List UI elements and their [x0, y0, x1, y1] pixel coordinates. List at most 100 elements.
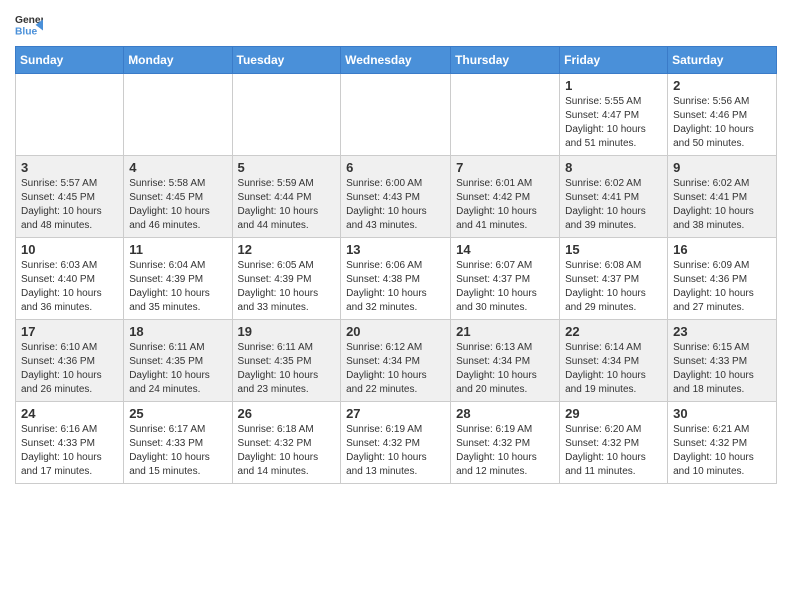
- day-info: Sunrise: 6:02 AM Sunset: 4:41 PM Dayligh…: [565, 177, 662, 233]
- logo-icon: General Blue: [15, 10, 43, 38]
- calendar-cell: 7 Sunrise: 6:01 AM Sunset: 4:42 PM Daylig…: [451, 156, 560, 238]
- calendar-table: SundayMondayTuesdayWednesdayThursdayFrid…: [15, 46, 777, 484]
- day-number: 30: [673, 406, 771, 421]
- day-number: 28: [456, 406, 554, 421]
- day-number: 1: [565, 78, 662, 93]
- day-number: 25: [129, 406, 226, 421]
- calendar-cell: 4Sunrise: 5:58 AM Sunset: 4:45 PM Daylig…: [124, 156, 232, 238]
- calendar-header-row: SundayMondayTuesdayWednesdayThursdayFrid…: [16, 47, 777, 74]
- day-number: 7: [456, 160, 554, 175]
- calendar-cell: 10Sunrise: 6:03 AM Sunset: 4:40 PM Dayli…: [16, 238, 124, 320]
- day-number: 14: [456, 242, 554, 257]
- calendar-cell: 15Sunrise: 6:08 AM Sunset: 4:37 PM Dayli…: [560, 238, 668, 320]
- calendar-cell: 2Sunrise: 5:56 AM Sunset: 4:46 PM Daylig…: [668, 74, 777, 156]
- day-number: 3: [21, 160, 118, 175]
- day-number: 13: [346, 242, 445, 257]
- calendar-cell: 18Sunrise: 6:11 AM Sunset: 4:35 PM Dayli…: [124, 320, 232, 402]
- day-info: Sunrise: 6:07 AM Sunset: 4:37 PM Dayligh…: [456, 259, 554, 315]
- calendar-cell: 26 Sunrise: 6:18 AM Sunset: 4:32 PM Dayli…: [232, 402, 341, 484]
- weekday-header: Saturday: [668, 47, 777, 74]
- logo: General Blue: [15, 10, 43, 38]
- calendar-cell: 22 Sunrise: 6:14 AM Sunset: 4:34 PM Dayli…: [560, 320, 668, 402]
- calendar-cell: 17 Sunrise: 6:10 AM Sunset: 4:36 PM Dayli…: [16, 320, 124, 402]
- calendar-cell: 8Sunrise: 6:02 AM Sunset: 4:41 PM Daylig…: [560, 156, 668, 238]
- day-info: Sunrise: 6:14 AM Sunset: 4:34 PM Dayligh…: [565, 341, 662, 397]
- day-number: 9: [673, 160, 771, 175]
- day-info: Sunrise: 5:58 AM Sunset: 4:45 PM Dayligh…: [129, 177, 226, 233]
- day-info: Sunrise: 6:10 AM Sunset: 4:36 PM Dayligh…: [21, 341, 118, 397]
- calendar-cell: [341, 74, 451, 156]
- calendar-cell: 12Sunrise: 6:05 AM Sunset: 4:39 PM Dayli…: [232, 238, 341, 320]
- day-number: 19: [238, 324, 336, 339]
- day-info: Sunrise: 5:59 AM Sunset: 4:44 PM Dayligh…: [238, 177, 336, 233]
- day-info: Sunrise: 6:18 AM Sunset: 4:32 PM Dayligh…: [238, 423, 336, 479]
- day-info: Sunrise: 6:12 AM Sunset: 4:34 PM Dayligh…: [346, 341, 445, 397]
- calendar-cell: 24 Sunrise: 6:16 AM Sunset: 4:33 PM Dayli…: [16, 402, 124, 484]
- calendar-cell: 14 Sunrise: 6:07 AM Sunset: 4:37 PM Dayli…: [451, 238, 560, 320]
- calendar-cell: 27 Sunrise: 6:19 AM Sunset: 4:32 PM Dayli…: [341, 402, 451, 484]
- calendar-week-row: 10Sunrise: 6:03 AM Sunset: 4:40 PM Dayli…: [16, 238, 777, 320]
- day-info: Sunrise: 6:03 AM Sunset: 4:40 PM Dayligh…: [21, 259, 118, 315]
- calendar-cell: 28 Sunrise: 6:19 AM Sunset: 4:32 PM Dayli…: [451, 402, 560, 484]
- calendar-cell: 30 Sunrise: 6:21 AM Sunset: 4:32 PM Dayli…: [668, 402, 777, 484]
- day-info: Sunrise: 6:00 AM Sunset: 4:43 PM Dayligh…: [346, 177, 445, 233]
- day-number: 26: [238, 406, 336, 421]
- weekday-header: Friday: [560, 47, 668, 74]
- day-info: Sunrise: 6:05 AM Sunset: 4:39 PM Dayligh…: [238, 259, 336, 315]
- calendar-cell: [124, 74, 232, 156]
- day-info: Sunrise: 6:17 AM Sunset: 4:33 PM Dayligh…: [129, 423, 226, 479]
- weekday-header: Monday: [124, 47, 232, 74]
- day-info: Sunrise: 6:15 AM Sunset: 4:33 PM Dayligh…: [673, 341, 771, 397]
- calendar-cell: 25 Sunrise: 6:17 AM Sunset: 4:33 PM Dayli…: [124, 402, 232, 484]
- calendar-cell: 5 Sunrise: 5:59 AM Sunset: 4:44 PM Daylig…: [232, 156, 341, 238]
- day-number: 27: [346, 406, 445, 421]
- calendar-cell: 29 Sunrise: 6:20 AM Sunset: 4:32 PM Dayli…: [560, 402, 668, 484]
- calendar-cell: 9Sunrise: 6:02 AM Sunset: 4:41 PM Daylig…: [668, 156, 777, 238]
- day-number: 24: [21, 406, 118, 421]
- weekday-header: Wednesday: [341, 47, 451, 74]
- calendar-cell: [232, 74, 341, 156]
- day-info: Sunrise: 6:13 AM Sunset: 4:34 PM Dayligh…: [456, 341, 554, 397]
- calendar-week-row: 17 Sunrise: 6:10 AM Sunset: 4:36 PM Dayli…: [16, 320, 777, 402]
- day-number: 22: [565, 324, 662, 339]
- day-info: Sunrise: 6:11 AM Sunset: 4:35 PM Dayligh…: [129, 341, 226, 397]
- calendar-week-row: 1 Sunrise: 5:55 AM Sunset: 4:47 PM Daylig…: [16, 74, 777, 156]
- calendar-week-row: 24 Sunrise: 6:16 AM Sunset: 4:33 PM Dayli…: [16, 402, 777, 484]
- day-number: 23: [673, 324, 771, 339]
- day-number: 21: [456, 324, 554, 339]
- day-info: Sunrise: 6:16 AM Sunset: 4:33 PM Dayligh…: [21, 423, 118, 479]
- day-info: Sunrise: 6:09 AM Sunset: 4:36 PM Dayligh…: [673, 259, 771, 315]
- day-info: Sunrise: 6:19 AM Sunset: 4:32 PM Dayligh…: [456, 423, 554, 479]
- calendar-cell: 16 Sunrise: 6:09 AM Sunset: 4:36 PM Dayli…: [668, 238, 777, 320]
- day-info: Sunrise: 6:19 AM Sunset: 4:32 PM Dayligh…: [346, 423, 445, 479]
- day-number: 29: [565, 406, 662, 421]
- day-info: Sunrise: 6:20 AM Sunset: 4:32 PM Dayligh…: [565, 423, 662, 479]
- calendar-cell: 6 Sunrise: 6:00 AM Sunset: 4:43 PM Daylig…: [341, 156, 451, 238]
- page-header: General Blue: [15, 10, 777, 38]
- day-number: 5: [238, 160, 336, 175]
- calendar-cell: 19Sunrise: 6:11 AM Sunset: 4:35 PM Dayli…: [232, 320, 341, 402]
- day-info: Sunrise: 5:55 AM Sunset: 4:47 PM Dayligh…: [565, 95, 662, 151]
- calendar-cell: 11Sunrise: 6:04 AM Sunset: 4:39 PM Dayli…: [124, 238, 232, 320]
- day-info: Sunrise: 6:08 AM Sunset: 4:37 PM Dayligh…: [565, 259, 662, 315]
- day-number: 20: [346, 324, 445, 339]
- day-number: 17: [21, 324, 118, 339]
- calendar-cell: 1 Sunrise: 5:55 AM Sunset: 4:47 PM Daylig…: [560, 74, 668, 156]
- calendar-cell: [16, 74, 124, 156]
- calendar-cell: 21 Sunrise: 6:13 AM Sunset: 4:34 PM Dayli…: [451, 320, 560, 402]
- day-info: Sunrise: 6:21 AM Sunset: 4:32 PM Dayligh…: [673, 423, 771, 479]
- day-number: 6: [346, 160, 445, 175]
- day-info: Sunrise: 6:04 AM Sunset: 4:39 PM Dayligh…: [129, 259, 226, 315]
- weekday-header: Sunday: [16, 47, 124, 74]
- calendar-cell: 23 Sunrise: 6:15 AM Sunset: 4:33 PM Dayli…: [668, 320, 777, 402]
- page-container: General Blue SundayMondayTuesdayWednesda…: [0, 0, 792, 494]
- day-info: Sunrise: 5:56 AM Sunset: 4:46 PM Dayligh…: [673, 95, 771, 151]
- weekday-header: Tuesday: [232, 47, 341, 74]
- day-number: 16: [673, 242, 771, 257]
- day-info: Sunrise: 6:01 AM Sunset: 4:42 PM Dayligh…: [456, 177, 554, 233]
- day-info: Sunrise: 5:57 AM Sunset: 4:45 PM Dayligh…: [21, 177, 118, 233]
- calendar-week-row: 3 Sunrise: 5:57 AM Sunset: 4:45 PM Daylig…: [16, 156, 777, 238]
- calendar-cell: [451, 74, 560, 156]
- calendar-cell: 3 Sunrise: 5:57 AM Sunset: 4:45 PM Daylig…: [16, 156, 124, 238]
- svg-text:Blue: Blue: [15, 26, 38, 37]
